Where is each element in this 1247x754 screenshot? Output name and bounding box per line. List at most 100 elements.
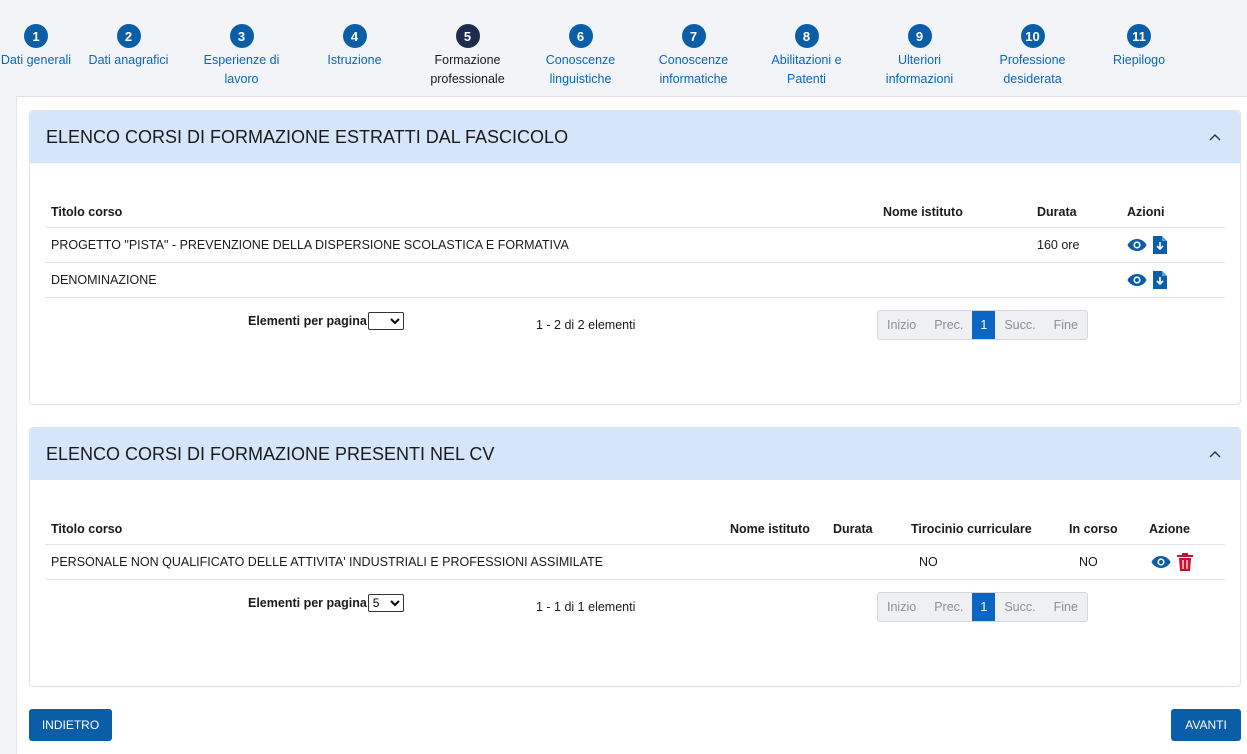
- chevron-up-icon[interactable]: [1206, 445, 1224, 463]
- step-ulteriori-informazioni[interactable]: 9 Ulteriori informazioni: [863, 24, 976, 96]
- per-page-label: Elementi per pagina: [248, 314, 367, 328]
- step-label: Dati generali: [0, 53, 72, 67]
- step-abilitazioni-patenti[interactable]: 8 Abilitazioni e Patenti: [750, 24, 863, 96]
- step-dati-generali[interactable]: 1 Dati generali: [0, 24, 72, 96]
- items-count: 1 - 1 di 1 elementi: [536, 600, 636, 614]
- column-header-azioni: Azioni: [1121, 197, 1225, 228]
- column-header-istituto: Nome istituto: [877, 197, 1031, 228]
- cell-durata: [1031, 262, 1121, 298]
- column-header-titolo: Titolo corso: [45, 514, 724, 545]
- step-professione-desiderata[interactable]: 10 Professione desiderata: [976, 24, 1089, 96]
- step-number: 10: [1020, 24, 1045, 48]
- pagination-next[interactable]: Succ.: [995, 311, 1044, 339]
- step-label: Abilitazioni e Patenti: [771, 53, 842, 86]
- panel-corsi-cv: ELENCO CORSI DI FORMAZIONE PRESENTI NEL …: [29, 427, 1241, 687]
- panel-header[interactable]: ELENCO CORSI DI FORMAZIONE PRESENTI NEL …: [30, 428, 1240, 480]
- column-header-istituto: Nome istituto: [724, 514, 827, 545]
- cell-actions: [1121, 262, 1225, 298]
- step-label: Dati anagrafici: [88, 53, 169, 67]
- pagination-prev[interactable]: Prec.: [925, 311, 972, 339]
- column-header-durata: Durata: [1031, 197, 1121, 228]
- step-conoscenze-informatiche[interactable]: 7 Conoscenze informatiche: [637, 24, 750, 96]
- step-esperienze-lavoro[interactable]: 3 Esperienze di lavoro: [185, 24, 298, 96]
- pagination-current-page[interactable]: 1: [972, 593, 996, 621]
- step-label: Conoscenze linguistiche: [545, 53, 616, 86]
- trash-icon[interactable]: [1177, 552, 1193, 571]
- cell-istituto: [877, 227, 1031, 263]
- step-number: 7: [681, 24, 706, 48]
- column-header-tirocinio: Tirocinio curriculare: [905, 514, 1063, 545]
- cell-durata: 160 ore: [1031, 227, 1121, 263]
- chevron-up-icon[interactable]: [1206, 128, 1224, 146]
- pagination-first[interactable]: Inizio: [878, 593, 925, 621]
- per-page-select[interactable]: 5: [367, 594, 404, 612]
- cv-courses-table: Titolo corso Nome istituto Durata Tiroci…: [45, 514, 1225, 580]
- step-number: 8: [794, 24, 819, 48]
- per-page-control: Elementi per pagina 5: [248, 594, 404, 612]
- step-number: 1: [24, 24, 48, 48]
- pagination: Inizio Prec. 1 Succ. Fine: [877, 592, 1088, 622]
- step-number: 9: [907, 24, 932, 48]
- step-formazione-professionale[interactable]: 5 Formazione professionale: [411, 24, 524, 96]
- step-istruzione[interactable]: 4 Istruzione: [298, 24, 411, 96]
- step-label: Esperienze di lavoro: [203, 53, 280, 86]
- step-label: Professione desiderata: [999, 53, 1066, 86]
- column-header-titolo: Titolo corso: [45, 197, 877, 228]
- cell-actions: [1121, 227, 1225, 263]
- panel-title: ELENCO CORSI DI FORMAZIONE ESTRATTI DAL …: [46, 126, 569, 147]
- pagination: Inizio Prec. 1 Succ. Fine: [877, 310, 1088, 340]
- table-row: DENOMINAZIONE: [45, 262, 1225, 298]
- next-button[interactable]: AVANTI: [1171, 709, 1241, 741]
- step-number: 2: [116, 24, 141, 48]
- step-conoscenze-linguistiche[interactable]: 6 Conoscenze linguistiche: [524, 24, 637, 96]
- step-number: 6: [568, 24, 593, 48]
- table-row: PERSONALE NON QUALIFICATO DELLE ATTIVITA…: [45, 544, 1225, 580]
- per-page-control: Elementi per pagina: [248, 312, 404, 330]
- step-dati-anagrafici[interactable]: 2 Dati anagrafici: [72, 24, 185, 96]
- file-download-icon[interactable]: [1153, 235, 1167, 254]
- panel-title: ELENCO CORSI DI FORMAZIONE PRESENTI NEL …: [46, 443, 495, 464]
- table-header-row: Titolo corso Nome istituto Durata Azioni: [45, 197, 1225, 228]
- table-header-row: Titolo corso Nome istituto Durata Tiroci…: [45, 514, 1225, 545]
- pagination-bar: Elementi per pagina 5 1 - 1 di 1 element…: [45, 590, 1225, 622]
- main-content: ELENCO CORSI DI FORMAZIONE ESTRATTI DAL …: [16, 96, 1247, 754]
- wizard-stepper: 1 Dati generali 2 Dati anagrafici 3 Espe…: [0, 0, 1247, 96]
- cell-in-corso: NO: [1063, 544, 1143, 580]
- step-riepilogo[interactable]: 11 Riepilogo: [1089, 24, 1189, 96]
- column-header-in-corso: In corso: [1063, 514, 1143, 545]
- items-count: 1 - 2 di 2 elementi: [536, 318, 636, 332]
- cell-tirocinio: NO: [905, 544, 1063, 580]
- cell-titolo: PERSONALE NON QUALIFICATO DELLE ATTIVITA…: [45, 544, 724, 580]
- column-header-durata: Durata: [827, 514, 905, 545]
- pagination-last[interactable]: Fine: [1045, 311, 1087, 339]
- pagination-current-page[interactable]: 1: [972, 311, 996, 339]
- cell-titolo: PROGETTO "PISTA" - PREVENZIONE DELLA DIS…: [45, 227, 877, 263]
- pagination-next[interactable]: Succ.: [995, 593, 1044, 621]
- cell-istituto: [724, 544, 827, 580]
- step-label: Istruzione: [327, 53, 382, 67]
- step-number: 3: [229, 24, 254, 48]
- eye-icon[interactable]: [1127, 273, 1147, 287]
- step-label: Riepilogo: [1112, 53, 1166, 67]
- back-button[interactable]: INDIETRO: [29, 709, 112, 741]
- per-page-select[interactable]: [367, 312, 404, 330]
- eye-icon[interactable]: [1151, 555, 1171, 569]
- pagination-bar: Elementi per pagina 1 - 2 di 2 elementi …: [45, 308, 1225, 340]
- step-label: Formazione professionale: [430, 53, 505, 86]
- per-page-label: Elementi per pagina: [248, 596, 367, 610]
- pagination-prev[interactable]: Prec.: [925, 593, 972, 621]
- table-row: PROGETTO "PISTA" - PREVENZIONE DELLA DIS…: [45, 227, 1225, 263]
- step-number: 5: [455, 24, 480, 48]
- panel-corsi-fascicolo: ELENCO CORSI DI FORMAZIONE ESTRATTI DAL …: [29, 110, 1241, 405]
- cell-actions: [1143, 544, 1225, 580]
- panel-header[interactable]: ELENCO CORSI DI FORMAZIONE ESTRATTI DAL …: [30, 111, 1240, 163]
- step-label: Ulteriori informazioni: [885, 53, 954, 86]
- step-label: Conoscenze informatiche: [658, 53, 729, 86]
- eye-icon[interactable]: [1127, 238, 1147, 252]
- cell-istituto: [877, 262, 1031, 298]
- pagination-last[interactable]: Fine: [1045, 593, 1087, 621]
- column-header-azione: Azione: [1143, 514, 1225, 545]
- file-download-icon[interactable]: [1153, 270, 1167, 289]
- courses-table: Titolo corso Nome istituto Durata Azioni…: [45, 197, 1225, 298]
- pagination-first[interactable]: Inizio: [878, 311, 925, 339]
